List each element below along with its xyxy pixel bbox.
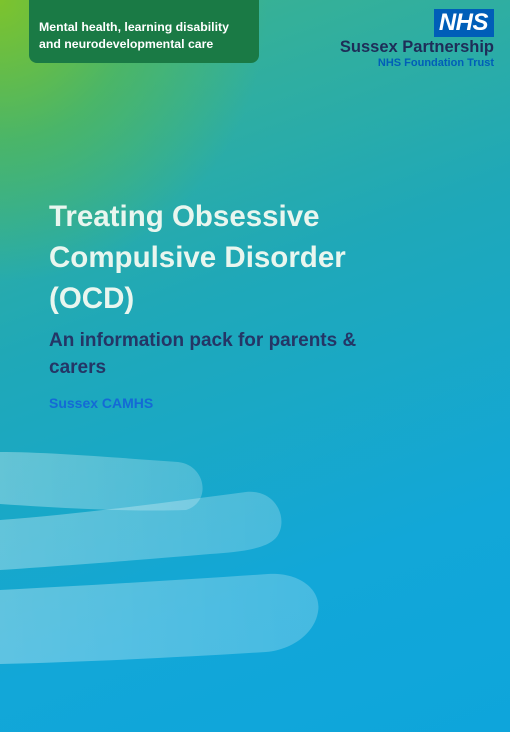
subtitle-line-1: An information pack for parents & xyxy=(49,330,357,351)
cover-page: Mental health, learning disability and n… xyxy=(0,0,510,732)
subtitle-line-2: carers xyxy=(49,357,107,378)
organisation-name: Sussex Partnership xyxy=(339,38,494,56)
decorative-waves xyxy=(0,452,319,664)
nhs-logo: NHS xyxy=(433,9,494,37)
title-line-1: Treating Obsessive xyxy=(49,200,320,233)
trust-name: NHS Foundation Trust xyxy=(377,57,494,69)
title-line-3: (OCD) xyxy=(49,282,135,315)
service-line-1: Mental health, learning disability xyxy=(39,20,229,34)
service-banner: Mental health, learning disability and n… xyxy=(29,0,259,63)
wave-band-3 xyxy=(0,573,319,664)
document-title: Treating Obsessive Compulsive Disorder (… xyxy=(49,196,449,319)
nhs-branding: NHS Sussex Partnership NHS Foundation Tr… xyxy=(304,9,494,70)
title-line-2: Compulsive Disorder xyxy=(49,241,346,274)
document-subtitle: An information pack for parents & carers xyxy=(49,327,429,381)
organisation-unit: Sussex CAMHS xyxy=(49,395,154,411)
service-line-2: and neurodevelopmental care xyxy=(39,36,214,51)
